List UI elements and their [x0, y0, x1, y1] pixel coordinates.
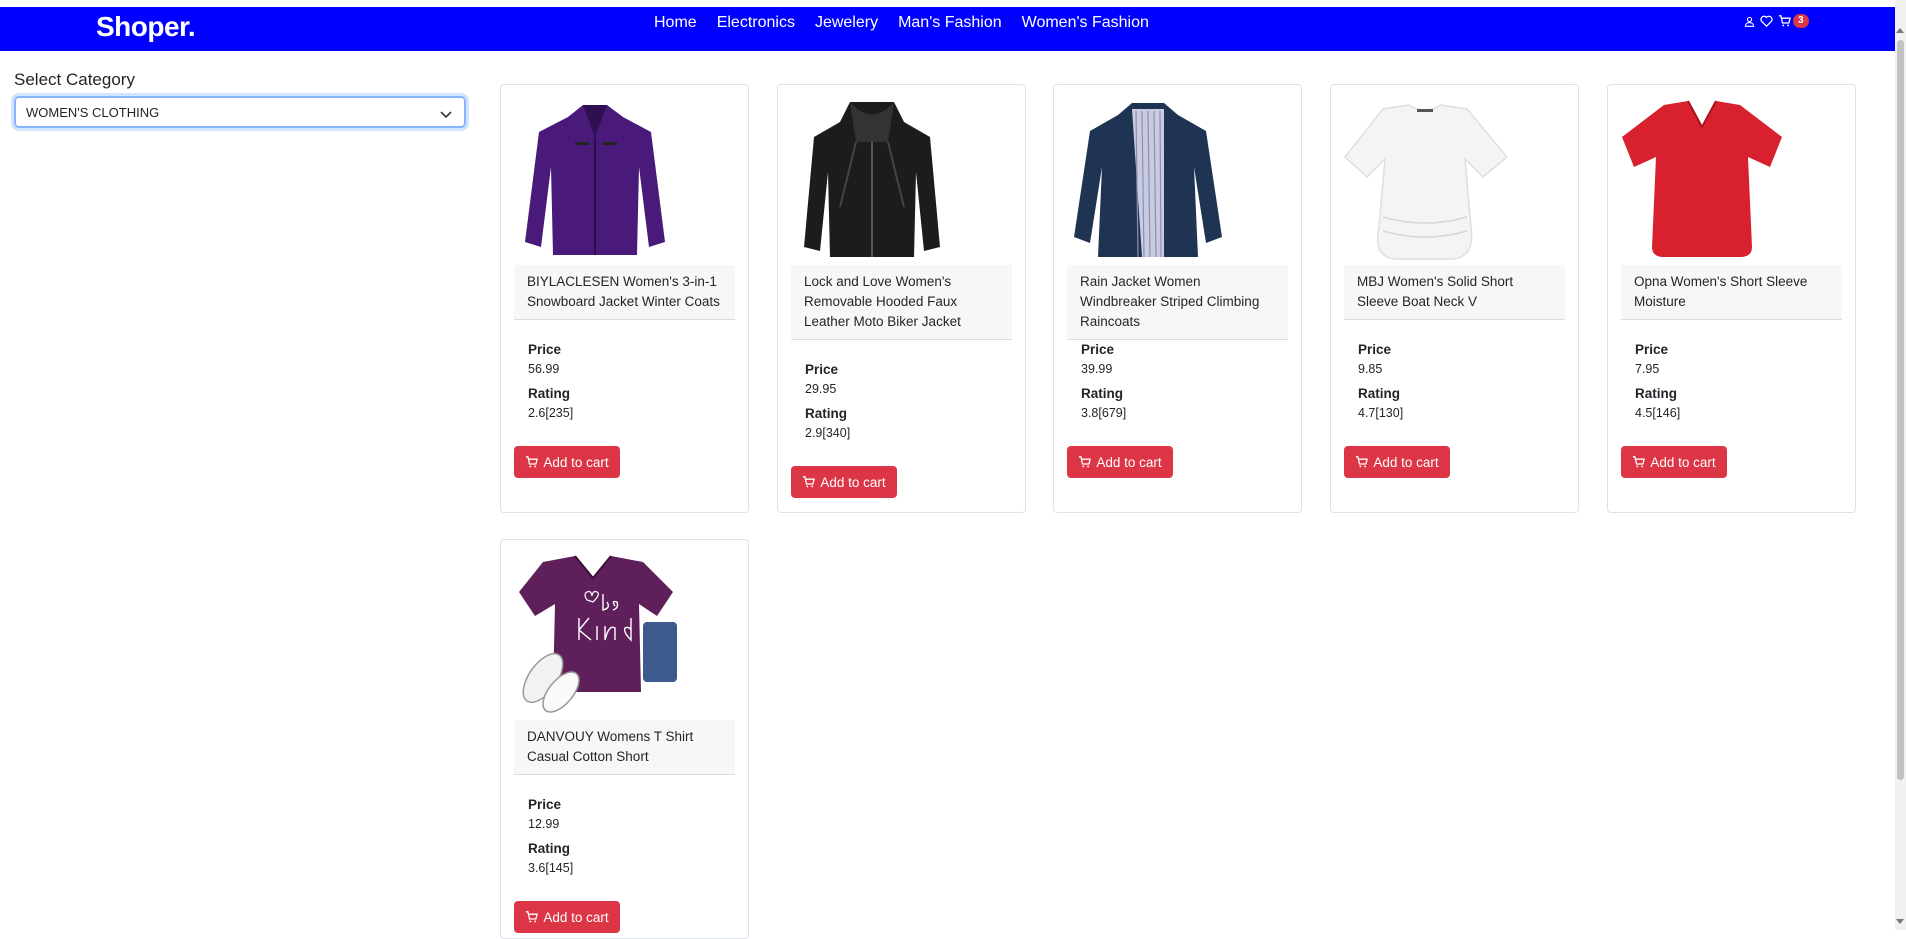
nav-link-home[interactable]: Home: [654, 14, 697, 32]
rating-label: Rating: [1358, 386, 1400, 401]
rating-value: 2.9[340]: [805, 426, 851, 440]
price-label: Price: [1358, 342, 1392, 357]
price-label: Price: [528, 342, 562, 357]
product-card: Opna Women's Short Sleeve Moisture Price…: [1607, 84, 1856, 513]
cart-icon: [1356, 456, 1369, 468]
cart-icon: [803, 476, 816, 488]
nav-icons: 3: [1744, 14, 1809, 28]
add-to-cart-button[interactable]: Add to cart: [1344, 446, 1450, 478]
product-image-purple-jacket[interactable]: [513, 97, 677, 263]
nav-links: Home Electronics Jewelery Man's Fashion …: [654, 14, 1149, 32]
rating-value: 4.5[146]: [1635, 406, 1681, 420]
scrollbar-thumb[interactable]: [1897, 40, 1904, 780]
rating-label: Rating: [805, 406, 847, 421]
price-value: 12.99: [528, 817, 560, 831]
product-card: Lock and Love Women's Removable Hooded F…: [777, 84, 1026, 513]
add-to-cart-label: Add to cart: [543, 454, 609, 470]
price-value: 7.95: [1635, 362, 1660, 376]
price-label: Price: [1635, 342, 1669, 357]
rating-label: Rating: [528, 386, 570, 401]
add-to-cart-label: Add to cart: [820, 474, 886, 490]
price-value: 39.99: [1081, 362, 1113, 376]
chevron-down-icon: [440, 107, 452, 122]
scroll-up-arrow-icon[interactable]: [1896, 28, 1904, 33]
category-label: Select Category: [14, 70, 135, 89]
product-title[interactable]: DANVOUY Womens T Shirt Casual Cotton Sho…: [514, 720, 735, 775]
product-image-navy-raincoat[interactable]: [1066, 97, 1230, 263]
category-select[interactable]: WOMEN'S CLOTHING: [14, 96, 466, 128]
cart-icon: [526, 456, 539, 468]
add-to-cart-button[interactable]: Add to cart: [514, 446, 620, 478]
cart-icon: [526, 911, 539, 923]
add-to-cart-button[interactable]: Add to cart: [1621, 446, 1727, 478]
product-card: BIYLACLESEN Women's 3-in-1 Snowboard Jac…: [500, 84, 749, 513]
add-to-cart-label: Add to cart: [1373, 454, 1439, 470]
browser-top-strip: [0, 0, 1906, 7]
brand-logo[interactable]: Shoper.: [96, 11, 196, 43]
price-value: 56.99: [528, 362, 560, 376]
add-to-cart-label: Add to cart: [1650, 454, 1716, 470]
cart-icon[interactable]: [1778, 15, 1791, 27]
cart-icon: [1079, 456, 1092, 468]
nav-link-womens-fashion[interactable]: Women's Fashion: [1022, 14, 1149, 32]
product-title[interactable]: Rain Jacket Women Windbreaker Striped Cl…: [1067, 265, 1288, 340]
product-info: Price 9.85 Rating 4.7[130]: [1358, 340, 1403, 428]
price-value: 9.85: [1358, 362, 1383, 376]
rating-value: 4.7[130]: [1358, 406, 1404, 420]
product-title[interactable]: BIYLACLESEN Women's 3-in-1 Snowboard Jac…: [514, 265, 735, 320]
product-image-black-leather-jacket[interactable]: [790, 97, 954, 263]
rating-value: 3.6[145]: [528, 861, 574, 875]
product-card: MBJ Women's Solid Short Sleeve Boat Neck…: [1330, 84, 1579, 513]
add-to-cart-button[interactable]: Add to cart: [514, 901, 620, 933]
page-scrollbar[interactable]: [1895, 0, 1906, 930]
product-card: DANVOUY Womens T Shirt Casual Cotton Sho…: [500, 539, 749, 939]
price-label: Price: [528, 797, 562, 812]
category-sidebar: Select Category WOMEN'S CLOTHING: [14, 70, 468, 128]
product-info: Price 29.95 Rating 2.9[340]: [805, 360, 850, 448]
price-label: Price: [805, 362, 839, 377]
cart-count-badge: 3: [1793, 14, 1809, 28]
navbar: Shoper. Home Electronics Jewelery Man's …: [0, 7, 1895, 51]
nav-link-mans-fashion[interactable]: Man's Fashion: [898, 14, 1002, 32]
product-title[interactable]: MBJ Women's Solid Short Sleeve Boat Neck…: [1344, 265, 1565, 320]
add-to-cart-label: Add to cart: [1096, 454, 1162, 470]
cart-icon: [1633, 456, 1646, 468]
product-info: Price 12.99 Rating 3.6[145]: [528, 795, 573, 883]
product-info: Price 56.99 Rating 2.6[235]: [528, 340, 573, 428]
product-image-red-tshirt[interactable]: [1620, 97, 1784, 263]
category-select-value: WOMEN'S CLOTHING: [26, 105, 160, 120]
scroll-down-arrow-icon[interactable]: [1896, 919, 1904, 924]
nav-link-electronics[interactable]: Electronics: [717, 14, 795, 32]
product-image-white-tshirt[interactable]: [1343, 97, 1507, 263]
add-to-cart-button[interactable]: Add to cart: [791, 466, 897, 498]
add-to-cart-label: Add to cart: [543, 909, 609, 925]
product-info: Price 7.95 Rating 4.5[146]: [1635, 340, 1680, 428]
rating-label: Rating: [528, 841, 570, 856]
price-value: 29.95: [805, 382, 837, 396]
rating-label: Rating: [1081, 386, 1123, 401]
product-card: Rain Jacket Women Windbreaker Striped Cl…: [1053, 84, 1302, 513]
nav-link-jewelery[interactable]: Jewelery: [815, 14, 878, 32]
product-title[interactable]: Opna Women's Short Sleeve Moisture: [1621, 265, 1842, 320]
rating-value: 2.6[235]: [528, 406, 574, 420]
price-label: Price: [1081, 342, 1115, 357]
product-info: Price 39.99 Rating 3.8[679]: [1081, 340, 1126, 428]
product-image-purple-be-kind-tshirt[interactable]: [513, 552, 677, 718]
rating-label: Rating: [1635, 386, 1677, 401]
heart-icon[interactable]: [1760, 15, 1773, 27]
user-icon[interactable]: [1744, 16, 1755, 27]
product-title[interactable]: Lock and Love Women's Removable Hooded F…: [791, 265, 1012, 340]
add-to-cart-button[interactable]: Add to cart: [1067, 446, 1173, 478]
rating-value: 3.8[679]: [1081, 406, 1127, 420]
